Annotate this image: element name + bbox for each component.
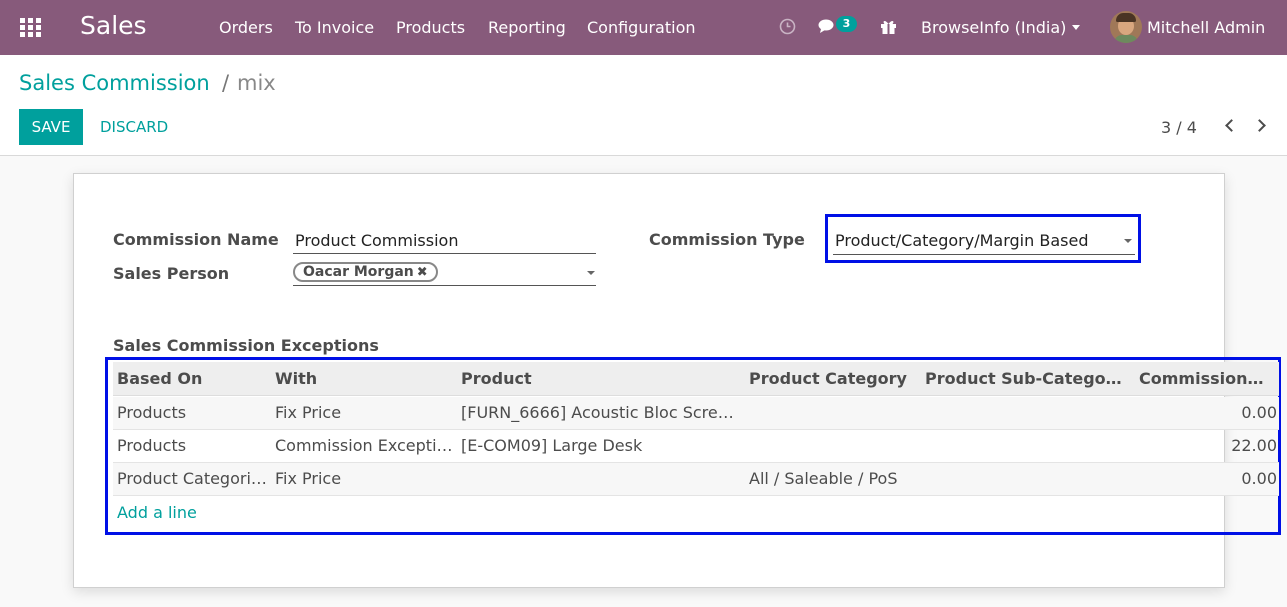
cell-product-sub-category: [921, 397, 1129, 430]
app-name: Sales: [80, 11, 147, 40]
chevron-right-icon: [1253, 119, 1266, 132]
table-row[interactable]: Products Commission Excepti… [E-COM09] L…: [113, 430, 1279, 463]
column-header-product[interactable]: Product: [457, 362, 743, 396]
cell-commission: 0.00: [1241, 403, 1277, 422]
control-panel: Sales Commission / mix SAVE DISCARD 3 / …: [0, 55, 1287, 156]
exceptions-section-title: Sales Commission Exceptions: [113, 336, 379, 355]
menu-to-invoice[interactable]: To Invoice: [295, 18, 374, 37]
activity-clock-icon[interactable]: [779, 18, 796, 35]
cell-product: [E-COM09] Large Desk: [461, 436, 643, 455]
breadcrumb-parent-link[interactable]: Sales Commission: [19, 71, 210, 95]
cell-product-sub-category: [921, 430, 1129, 463]
top-navbar: Sales Orders To Invoice Products Reporti…: [0, 0, 1287, 55]
column-header-product-category[interactable]: Product Category: [745, 362, 919, 396]
cell-based-on: Product Categories: [117, 469, 268, 488]
table-row[interactable]: Product Categories Fix Price All / Salea…: [113, 463, 1279, 496]
save-button[interactable]: SAVE: [19, 109, 83, 145]
cell-with: Commission Excepti…: [275, 436, 453, 455]
pager-value[interactable]: 3 / 4: [1161, 118, 1197, 137]
cell-with: Fix Price: [275, 403, 342, 422]
cell-product: [FURN_6666] Acoustic Bloc Screens: [461, 403, 743, 422]
user-avatar[interactable]: [1110, 11, 1142, 43]
user-menu[interactable]: Mitchell Admin: [1147, 18, 1265, 37]
menu-reporting[interactable]: Reporting: [488, 18, 566, 37]
messages-count-badge: 3: [836, 16, 857, 32]
cell-based-on: Products: [117, 403, 187, 422]
column-header-based-on[interactable]: Based On: [113, 362, 268, 396]
commission-name-value[interactable]: Product Commission: [295, 231, 458, 250]
chevron-left-icon: [1225, 119, 1238, 132]
remove-tag-icon[interactable]: ✖: [417, 265, 428, 280]
pager-previous-button[interactable]: [1220, 115, 1240, 139]
sales-person-label: Sales Person: [113, 264, 230, 283]
cell-product-category: All / Saleable / PoS: [749, 469, 898, 488]
cell-product-category: [745, 430, 919, 463]
company-caret-icon[interactable]: [1072, 25, 1080, 30]
cell-product-category: [745, 397, 919, 430]
commission-type-label: Commission Type: [649, 230, 805, 249]
company-switcher[interactable]: BrowseInfo (India): [921, 18, 1066, 37]
apps-menu-icon[interactable]: [20, 18, 41, 37]
breadcrumb-separator: /: [222, 71, 230, 95]
cell-product-sub-category: [921, 463, 1129, 496]
cell-commission: 0.00: [1241, 469, 1277, 488]
pager-next-button[interactable]: [1252, 115, 1272, 139]
menu-orders[interactable]: Orders: [219, 18, 273, 37]
sales-person-tag-label: Oacar Morgan: [303, 264, 414, 280]
commission-type-dropdown-icon[interactable]: [1124, 239, 1132, 243]
discard-button[interactable]: DISCARD: [100, 109, 168, 145]
commission-type-value[interactable]: Product/Category/Margin Based: [835, 231, 1088, 250]
sales-person-dropdown-icon[interactable]: [587, 271, 595, 275]
gift-icon[interactable]: [880, 18, 897, 35]
column-header-product-sub-category[interactable]: Product Sub-Catego…: [921, 362, 1129, 396]
add-line-link[interactable]: Add a line: [117, 503, 197, 522]
sales-person-tag: Oacar Morgan ✖: [293, 262, 438, 282]
commission-name-label: Commission Name: [113, 230, 279, 249]
cell-based-on: Products: [117, 436, 187, 455]
column-header-commission[interactable]: Commission…: [1135, 362, 1275, 396]
breadcrumb-current: mix: [237, 71, 276, 95]
messages-chat-icon[interactable]: [818, 18, 838, 35]
cell-commission: 22.00: [1231, 436, 1277, 455]
column-header-with[interactable]: With: [271, 362, 455, 396]
menu-products[interactable]: Products: [396, 18, 465, 37]
table-row[interactable]: Products Fix Price [FURN_6666] Acoustic …: [113, 397, 1279, 430]
cell-product: [457, 463, 743, 496]
menu-configuration[interactable]: Configuration: [587, 18, 696, 37]
cell-with: Fix Price: [275, 469, 342, 488]
